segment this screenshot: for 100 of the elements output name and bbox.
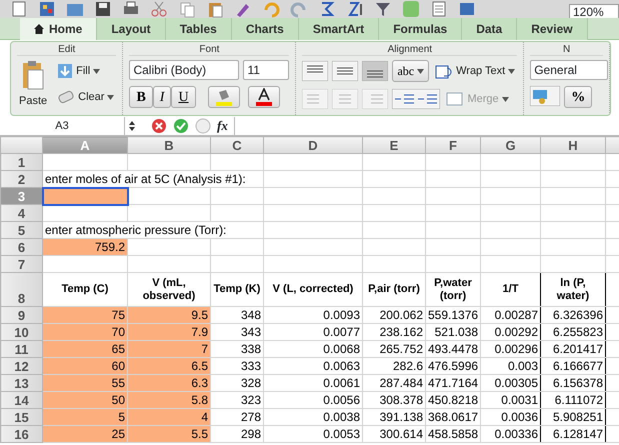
cell-text: 0.00305 bbox=[480, 374, 540, 392]
ribbon-tab[interactable]: Charts bbox=[232, 18, 299, 40]
row-header[interactable]: 4 bbox=[0, 204, 42, 222]
group-title: Edit bbox=[17, 42, 116, 56]
eraser-icon[interactable] bbox=[57, 90, 76, 104]
paste-icon[interactable] bbox=[206, 0, 224, 18]
row-header[interactable]: 6 bbox=[0, 238, 42, 256]
row-header[interactable]: 10 bbox=[0, 324, 42, 340]
cell-text: 0.0038 bbox=[264, 408, 362, 426]
ribbon-tab[interactable]: Layout bbox=[97, 18, 166, 40]
number-format-field[interactable]: General bbox=[530, 60, 608, 80]
row-header[interactable]: 8 bbox=[0, 272, 42, 306]
cell-text: 5.5 bbox=[128, 426, 210, 442]
underline-button[interactable]: U bbox=[171, 86, 196, 108]
caret-icon[interactable] bbox=[508, 68, 516, 74]
font-color-icon[interactable] bbox=[254, 88, 273, 106]
column-header[interactable]: E bbox=[362, 136, 426, 154]
sheet-icon[interactable] bbox=[430, 0, 448, 18]
confirm-icon[interactable] bbox=[173, 118, 189, 134]
cell-text: 493.4478 bbox=[426, 340, 480, 358]
bold-button[interactable]: B bbox=[129, 86, 153, 108]
font-name-field[interactable]: Calibri (Body) bbox=[129, 60, 240, 80]
zoom-field[interactable]: 120% bbox=[569, 4, 619, 18]
cell-text: 391.138 bbox=[362, 408, 426, 426]
column-header[interactable]: G bbox=[480, 136, 540, 154]
caret-icon[interactable] bbox=[417, 68, 424, 74]
copy-icon[interactable] bbox=[178, 0, 196, 18]
cell-text: 338 bbox=[210, 340, 264, 358]
row-header[interactable]: 14 bbox=[0, 392, 42, 408]
cancel-icon[interactable] bbox=[151, 118, 167, 134]
paste-button[interactable]: Paste bbox=[17, 60, 50, 114]
cell-text: 75 bbox=[42, 306, 128, 324]
select-all-corner[interactable] bbox=[0, 136, 42, 154]
cell-text: 287.484 bbox=[362, 374, 426, 392]
clear-button[interactable]: Clear bbox=[55, 86, 116, 108]
column-header[interactable]: C bbox=[210, 136, 264, 154]
row-header[interactable]: 15 bbox=[0, 408, 42, 426]
new-document-icon[interactable] bbox=[10, 0, 28, 18]
cell-text: P,air (torr) bbox=[362, 272, 426, 306]
ribbon-tab[interactable]: Tables bbox=[166, 18, 232, 40]
italic-button[interactable]: I bbox=[152, 86, 172, 108]
align-middle-icon[interactable] bbox=[332, 61, 358, 81]
row-header[interactable]: 13 bbox=[0, 374, 42, 392]
font-color-button[interactable] bbox=[248, 86, 280, 108]
column-header[interactable]: D bbox=[264, 136, 362, 154]
cell-text: 4 bbox=[128, 408, 210, 426]
gallery-icon[interactable] bbox=[38, 0, 56, 18]
ribbon-tab[interactable]: SmartArt bbox=[298, 18, 380, 40]
sort-icon[interactable] bbox=[346, 0, 364, 18]
group-title: N bbox=[530, 42, 603, 56]
row-header[interactable]: 9 bbox=[0, 306, 42, 324]
column-header[interactable]: B bbox=[128, 136, 210, 154]
align-bottom-icon[interactable] bbox=[362, 61, 388, 81]
percent-button[interactable]: % bbox=[564, 86, 592, 108]
wrap-text-icon[interactable] bbox=[435, 63, 454, 79]
function-button[interactable]: fx bbox=[217, 116, 228, 136]
cell-text: 0.0053 bbox=[264, 426, 362, 442]
paint-bucket-icon[interactable] bbox=[214, 88, 233, 106]
wrap-text-button[interactable]: Wrap Text bbox=[433, 60, 518, 82]
ribbon-tab[interactable]: Review bbox=[517, 18, 588, 40]
font-size-field[interactable]: 11 bbox=[243, 60, 290, 80]
home-icon[interactable] bbox=[34, 24, 44, 34]
ribbon-tab[interactable]: Data bbox=[462, 18, 518, 40]
cell-text: 25 bbox=[42, 426, 128, 442]
caret-icon[interactable] bbox=[107, 94, 114, 100]
cell-text: 323 bbox=[210, 392, 264, 408]
row-header[interactable]: 12 bbox=[0, 358, 42, 374]
column-header[interactable]: H bbox=[540, 136, 606, 154]
row-header[interactable]: 1 bbox=[0, 154, 42, 170]
row-header[interactable]: 16 bbox=[0, 426, 42, 442]
cell-text: 50 bbox=[42, 392, 128, 408]
group-title: Alignment bbox=[302, 42, 518, 56]
column-header[interactable]: F bbox=[426, 136, 480, 154]
active-cell[interactable] bbox=[42, 188, 128, 204]
clipboard-icon[interactable] bbox=[22, 60, 44, 90]
fill-color-button[interactable] bbox=[208, 86, 240, 108]
fill-down-icon[interactable] bbox=[57, 63, 74, 79]
cut-icon[interactable] bbox=[150, 0, 168, 18]
cell-text: 6.5 bbox=[128, 358, 210, 374]
cell-text: 6.128147 bbox=[540, 426, 606, 442]
cell-text: 9.5 bbox=[128, 306, 210, 324]
ribbon-tab[interactable]: Home bbox=[20, 18, 98, 40]
row-header[interactable]: 11 bbox=[0, 340, 42, 358]
fill-button[interactable]: Fill bbox=[55, 60, 116, 82]
indent-icons[interactable] bbox=[392, 89, 440, 109]
row-header[interactable]: 7 bbox=[0, 256, 42, 272]
align-top-icon[interactable] bbox=[302, 61, 328, 81]
caret-icon[interactable] bbox=[93, 68, 100, 74]
orientation-button[interactable]: abc bbox=[392, 60, 430, 82]
ribbon-tab[interactable]: Formulas bbox=[379, 18, 462, 40]
cell-text: 0.0036 bbox=[480, 408, 540, 426]
cell-text: 308.378 bbox=[362, 392, 426, 408]
cell-text: 265.752 bbox=[362, 340, 426, 358]
row-header[interactable]: 2 bbox=[0, 170, 42, 188]
cell-text: 55 bbox=[42, 374, 128, 392]
save-icon[interactable] bbox=[94, 0, 112, 18]
cell-text: 65 bbox=[42, 340, 128, 358]
cell-text: 6.326396 bbox=[540, 306, 606, 324]
row-header[interactable]: 5 bbox=[0, 222, 42, 238]
cell-text: 348 bbox=[210, 306, 264, 324]
